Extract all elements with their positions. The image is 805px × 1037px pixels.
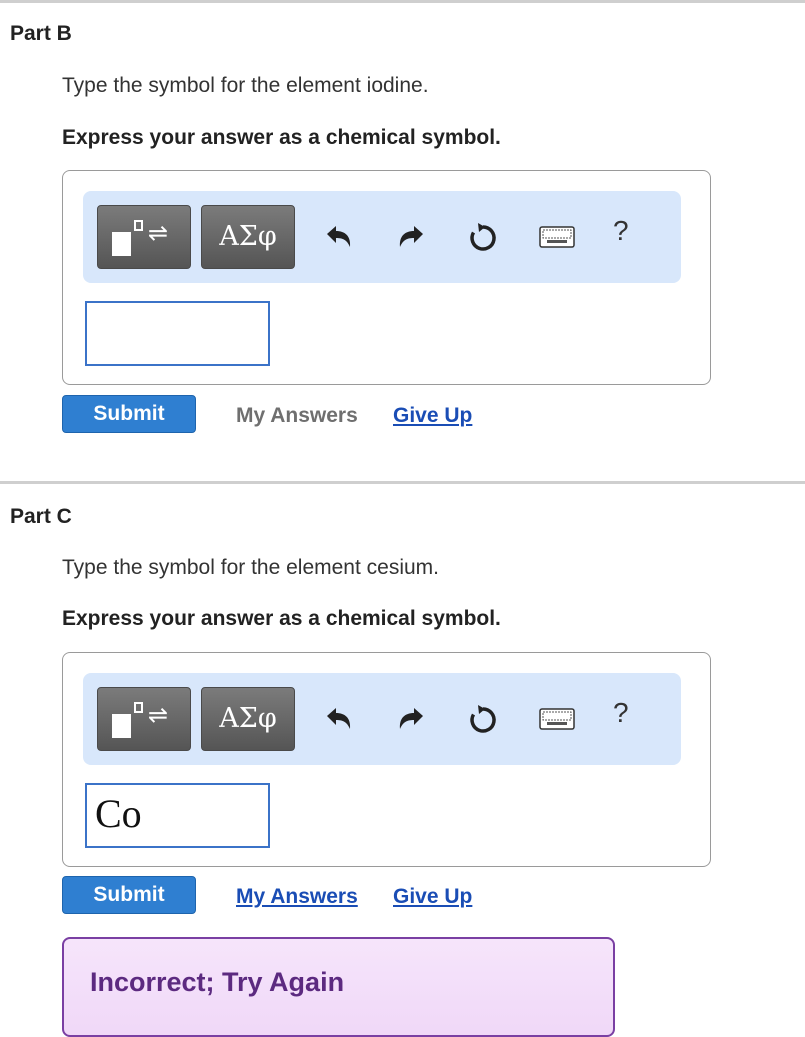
greek-symbols-button[interactable]: ΑΣφ <box>201 205 295 269</box>
help-button[interactable]: ? <box>613 215 629 247</box>
undo-button[interactable] <box>321 219 357 255</box>
redo-icon <box>399 708 423 729</box>
templates-button[interactable]: ⇌ <box>97 205 191 269</box>
undo-icon <box>327 708 351 729</box>
reset-icon <box>470 223 496 251</box>
part-title: Part C <box>10 505 72 528</box>
redo-button[interactable] <box>393 701 429 737</box>
undo-icon <box>327 226 351 247</box>
submit-button[interactable]: Submit <box>62 876 196 914</box>
part-title: Part B <box>10 22 72 45</box>
keyboard-icon <box>539 708 575 730</box>
question-prompt: Type the symbol for the element iodine. <box>62 74 429 97</box>
answer-box: ⇌ ΑΣφ ? Co <box>62 652 711 867</box>
keyboard-button[interactable] <box>539 701 575 737</box>
answer-box: ⇌ ΑΣφ ? <box>62 170 711 385</box>
my-answers-link[interactable]: My Answers <box>236 885 358 909</box>
feedback-message: Incorrect; Try Again <box>90 967 345 997</box>
answer-input[interactable] <box>85 301 270 366</box>
templates-button[interactable]: ⇌ <box>97 687 191 751</box>
redo-icon <box>399 226 423 247</box>
help-button[interactable]: ? <box>613 697 629 729</box>
reset-button[interactable] <box>465 701 501 737</box>
math-toolbar: ⇌ ΑΣφ ? <box>83 191 681 283</box>
part-divider <box>0 481 805 484</box>
undo-button[interactable] <box>321 701 357 737</box>
part-divider <box>0 0 805 3</box>
give-up-link[interactable]: Give Up <box>393 885 472 909</box>
keyboard-button[interactable] <box>539 219 575 255</box>
redo-button[interactable] <box>393 219 429 255</box>
feedback-box: Incorrect; Try Again <box>62 937 615 1037</box>
submit-button[interactable]: Submit <box>62 395 196 433</box>
answer-input[interactable]: Co <box>85 783 270 848</box>
math-toolbar: ⇌ ΑΣφ ? <box>83 673 681 765</box>
reset-icon <box>470 705 496 733</box>
give-up-link[interactable]: Give Up <box>393 404 472 428</box>
answer-instruction: Express your answer as a chemical symbol… <box>62 607 501 630</box>
answer-instruction: Express your answer as a chemical symbol… <box>62 126 501 149</box>
question-prompt: Type the symbol for the element cesium. <box>62 556 440 579</box>
reset-button[interactable] <box>465 219 501 255</box>
my-answers-link: My Answers <box>236 404 358 427</box>
keyboard-icon <box>539 226 575 248</box>
greek-symbols-button[interactable]: ΑΣφ <box>201 687 295 751</box>
